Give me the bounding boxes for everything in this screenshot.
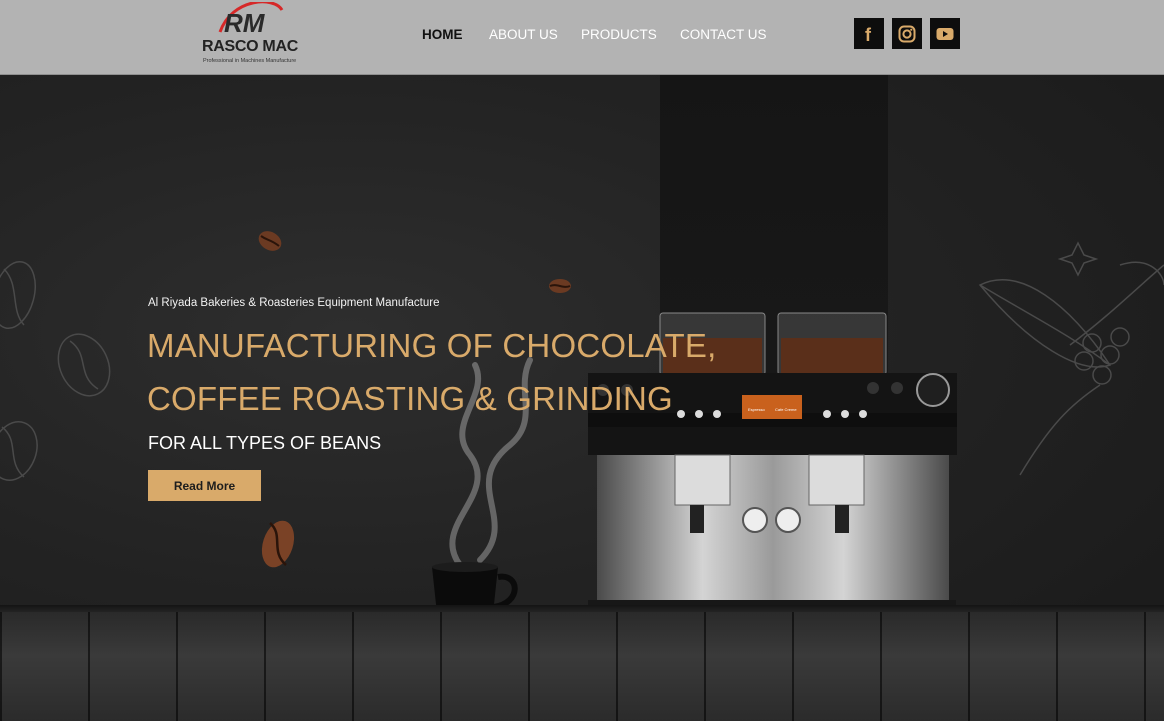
svg-text:f: f xyxy=(865,25,872,43)
nav-about-us[interactable]: ABOUT US xyxy=(489,27,558,42)
svg-text:RM: RM xyxy=(224,8,266,38)
svg-text:Cafe Creme: Cafe Creme xyxy=(775,407,797,412)
logo-tagline: Professional in Machines Manufacture xyxy=(203,58,297,64)
hero-subtitle: Al Riyada Bakeries & Roasteries Equipmen… xyxy=(148,297,440,309)
facebook-link[interactable]: f xyxy=(854,18,884,49)
hero-headline-line2: COFFEE ROASTING & GRINDING xyxy=(147,380,673,417)
read-more-button[interactable]: Read More xyxy=(148,470,261,501)
logo-monogram-icon: RM xyxy=(218,2,284,38)
decorative-coffee-plant-icon xyxy=(978,241,1164,476)
logo-name: RASCO MAC xyxy=(202,38,298,55)
svg-text:Espresso: Espresso xyxy=(748,407,765,412)
hero-tagline: FOR ALL TYPES OF BEANS xyxy=(148,433,382,453)
coffee-bean-icon xyxy=(549,279,571,293)
youtube-link[interactable] xyxy=(930,18,960,49)
wooden-floor xyxy=(0,612,1164,721)
facebook-icon: f xyxy=(865,25,872,43)
youtube-icon xyxy=(936,27,954,40)
coffee-bean-icon xyxy=(261,520,295,568)
decorative-bean-outline-icon xyxy=(0,261,111,481)
hero-headline-line1: MANUFACTURING OF CHOCOLATE, xyxy=(147,327,717,364)
nav-contact-us[interactable]: CONTACT US xyxy=(680,27,767,42)
hero-section: Espresso Cafe Creme Al Riyada Bakeries &… xyxy=(0,75,1164,721)
instagram-icon xyxy=(898,25,916,42)
nav-products[interactable]: PRODUCTS xyxy=(581,27,657,42)
coffee-bean-icon xyxy=(258,231,282,251)
logo[interactable]: RM RASCO MAC Professional in Machines Ma… xyxy=(200,0,300,72)
instagram-link[interactable] xyxy=(892,18,922,49)
nav-home[interactable]: HOME xyxy=(422,27,463,42)
site-header: RM RASCO MAC Professional in Machines Ma… xyxy=(0,0,1164,75)
